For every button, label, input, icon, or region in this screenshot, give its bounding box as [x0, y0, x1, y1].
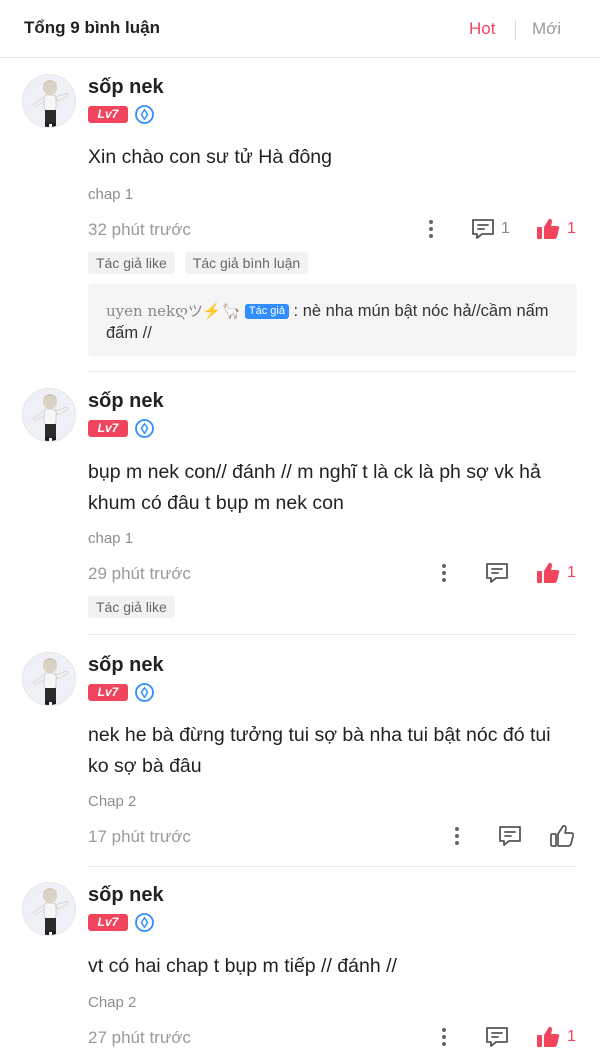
user-badges: Lv7: [88, 682, 154, 702]
tag-author-like: Tác giả like: [88, 252, 175, 274]
comment-time: 27 phút trước: [88, 1028, 191, 1047]
comment-tags: Tác giả like Tác giả bình luận: [88, 252, 309, 274]
more-options-icon[interactable]: [453, 825, 461, 849]
comment-meta: 32 phút trước 1 1: [88, 216, 578, 244]
comment-meta: 17 phút trước: [88, 823, 578, 851]
author-badge: Tác giả: [244, 304, 289, 319]
total-comments-title: Tổng 9 bình luận: [24, 18, 160, 37]
comment-username[interactable]: sốp nek: [88, 884, 164, 907]
comment-item: sốp nek Lv7 nek he bà đừng tưởng tui sợ …: [0, 652, 600, 862]
comment-chapter: Chap 2: [88, 994, 137, 1011]
more-options-icon[interactable]: [427, 218, 435, 242]
verified-icon: [135, 104, 154, 124]
more-options-icon[interactable]: [440, 1026, 448, 1050]
comment-text: nek he bà đừng tưởng tui sợ bà nha tui b…: [88, 724, 551, 777]
level-badge: Lv7: [88, 913, 128, 931]
user-badges: Lv7: [88, 418, 154, 438]
comment-chapter: chap 1: [88, 530, 134, 547]
tag-author-commented: Tác giả bình luận: [184, 252, 309, 274]
like-icon[interactable]: [535, 1024, 561, 1050]
like-count: 1: [567, 1028, 576, 1045]
comment-time: 17 phút trước: [88, 827, 191, 846]
avatar[interactable]: [22, 882, 76, 936]
author-reply-box[interactable]: uyen nekღツ⚡🦙 Tác giả : nè nha mún bật nó…: [88, 284, 577, 356]
comment-meta: 29 phút trước 1: [88, 560, 578, 588]
like-count: 1: [567, 220, 576, 237]
verified-icon: [135, 418, 154, 438]
comment-item: sốp nek Lv7 Xin chào con sư tử Hà đông c…: [0, 74, 600, 374]
comment-meta: 27 phút trước 1: [88, 1024, 578, 1052]
sort-divider: [515, 20, 516, 40]
comment-divider: [88, 371, 576, 372]
comment-time: 29 phút trước: [88, 564, 191, 583]
comments-header: Tổng 9 bình luận Hot Mới: [0, 0, 600, 58]
reply-icon[interactable]: [497, 823, 523, 849]
level-badge: Lv7: [88, 105, 128, 123]
comment-username[interactable]: sốp nek: [88, 76, 164, 99]
avatar[interactable]: [22, 388, 76, 442]
comment-tags: Tác giả like: [88, 596, 175, 618]
reply-count: 1: [501, 220, 510, 237]
tag-author-like: Tác giả like: [88, 596, 175, 618]
comment-chapter: Chap 2: [88, 793, 137, 810]
sort-new-tab[interactable]: Mới: [532, 19, 561, 39]
reply-icon[interactable]: [484, 1024, 510, 1050]
comment-text: vt có hai chap t bụp m tiếp // đánh //: [88, 955, 397, 977]
comment-item: sốp nek Lv7 vt có hai chap t bụp m tiếp …: [0, 882, 600, 1058]
sort-hot-tab[interactable]: Hot: [469, 19, 495, 39]
level-badge: Lv7: [88, 419, 128, 437]
reply-icon[interactable]: [484, 560, 510, 586]
more-options-icon[interactable]: [440, 562, 448, 586]
level-badge: Lv7: [88, 683, 128, 701]
verified-icon: [135, 912, 154, 932]
like-icon[interactable]: [535, 560, 561, 586]
comment-item: sốp nek Lv7 bụp m nek con// đánh // m ng…: [0, 388, 600, 628]
verified-icon: [135, 682, 154, 702]
user-badges: Lv7: [88, 912, 154, 932]
like-outline-icon[interactable]: [549, 823, 575, 849]
like-count: 1: [567, 564, 576, 581]
user-badges: Lv7: [88, 104, 154, 124]
comment-divider: [88, 634, 576, 635]
reply-author-name[interactable]: uyen nekღツ⚡🦙: [106, 302, 240, 320]
like-icon[interactable]: [535, 216, 561, 242]
reply-icon[interactable]: [470, 216, 496, 242]
comment-text: bụp m nek con// đánh // m nghĩ t là ck l…: [88, 461, 541, 514]
avatar[interactable]: [22, 74, 76, 128]
comment-username[interactable]: sốp nek: [88, 654, 164, 677]
comment-divider: [88, 866, 576, 867]
comment-text: Xin chào con sư tử Hà đông: [88, 146, 332, 168]
comment-username[interactable]: sốp nek: [88, 390, 164, 413]
avatar[interactable]: [22, 652, 76, 706]
comment-time: 32 phút trước: [88, 220, 191, 239]
comment-chapter: chap 1: [88, 186, 134, 203]
